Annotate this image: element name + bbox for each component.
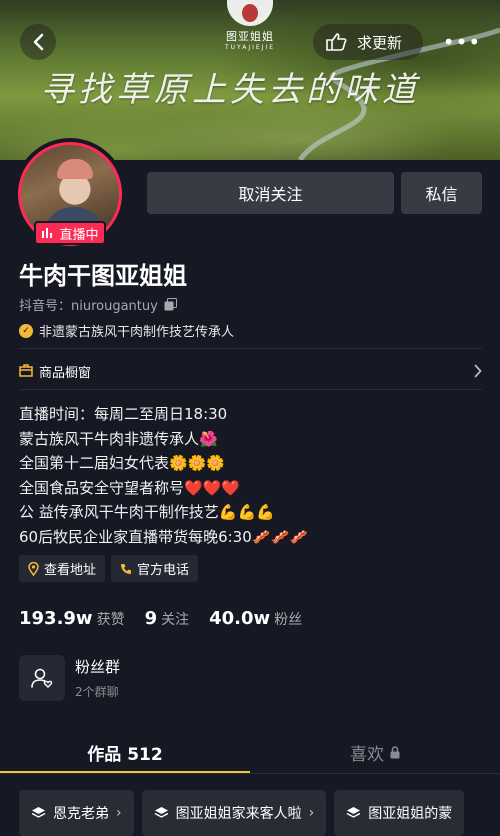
divider [19,348,482,349]
chevron-right-icon: › [116,805,122,821]
request-update-button[interactable]: 求更新 [313,24,423,60]
shop-window-label: 商品橱窗 [39,365,92,381]
profile-name: 牛肉干图亚姐姐 [19,262,187,290]
verification-row: ✓ 非遗蒙古族风干肉制作技艺传承人 [19,321,234,340]
verified-badge-icon: ✓ [19,323,33,338]
logo-subtext: TUYAJIEJIE [224,44,276,51]
douyin-id-row: 抖音号：niurougantuy [19,295,177,314]
live-badge[interactable]: 直播中 [34,221,106,245]
live-bars-icon [42,228,53,238]
chevron-right-icon: › [308,805,315,821]
lock-icon [390,745,400,758]
brand-logo: 图亚姐姐 TUYAJIEJIE [210,0,290,51]
location-pin-icon [28,561,39,576]
back-button[interactable] [20,24,56,60]
unfollow-button[interactable]: 取消关注 [147,172,394,214]
bio-line: 蒙古族风干牛肉非遗传承人🌺 [19,429,218,448]
likes-count[interactable]: 193.9w [19,608,93,629]
thumb-point-icon [326,33,347,51]
contact-chips: 查看地址 官方电话 [19,555,199,582]
shop-window-row[interactable]: 商品橱窗 [19,356,482,386]
copy-icon[interactable] [164,298,177,311]
bio-line: 全国第十二届妇女代表🌼🌼🌼 [19,454,226,472]
tab-likes[interactable]: 喜欢 [250,730,500,774]
collection-chip[interactable]: 恩克老弟 › [19,790,134,836]
followers-count[interactable]: 40.0w [209,608,270,629]
view-address-chip[interactable]: 查看地址 [19,555,106,582]
content-tabs: 作品 512 喜欢 [0,730,500,774]
chevron-right-icon [474,364,482,378]
banner-slogan: 寻找草原上失去的味道 [40,70,420,110]
fan-group-icon-box [19,655,65,701]
douyin-id-text: 抖音号：niurougantuy [19,299,158,314]
fan-group-icon [31,668,53,688]
layers-icon [31,807,46,818]
fan-group-subtitle: 2个群聊 [75,685,119,699]
chevron-left-icon [33,33,44,51]
likes-label: 获赞 [96,612,125,628]
fan-group-entry[interactable]: 粉丝群 2个群聊 [19,655,120,701]
followers-label: 粉丝 [274,612,303,628]
phone-icon [121,563,132,574]
collection-label: 恩克老弟 [53,806,109,822]
fan-group-title: 粉丝群 [75,658,121,676]
official-phone-chip[interactable]: 官方电话 [111,555,199,582]
official-phone-label: 官方电话 [137,563,190,578]
tab-likes-label: 喜欢 [350,744,384,765]
logo-seal-icon [227,0,273,26]
active-tab-indicator [0,771,250,773]
collection-label: 图亚姐姐家来客人啦 [175,806,302,822]
following-label: 关注 [161,612,190,628]
tab-works[interactable]: 作品 512 [0,730,250,774]
more-dots-icon: ••• [442,30,482,54]
more-options-button[interactable]: ••• [442,24,482,60]
layers-icon [346,807,361,818]
collection-label: 图亚姐姐的蒙 [368,806,453,822]
following-count[interactable]: 9 [145,608,158,629]
tab-bar-divider [0,773,500,774]
profile-stats: 193.9w 获赞 9 关注 40.0w 粉丝 [19,608,322,629]
live-label: 直播中 [59,227,99,243]
divider [19,389,482,390]
collection-list: 恩克老弟 › 图亚姐姐家来客人啦 › 图亚姐姐的蒙 [19,790,465,836]
bio: 直播时间：每周二至周日18:30 蒙古族风干牛肉非遗传承人🌺 全国第十二届妇女代… [19,402,308,549]
shop-icon [19,364,33,377]
message-button[interactable]: 私信 [401,172,482,214]
bio-line: 60后牧民企业家直播带货每晚6:30🥓🥓🥓 [19,527,308,546]
bio-line: 全国食品安全守望者称号❤️❤️❤️ [19,478,241,497]
layers-icon [154,807,168,818]
profile-banner: 图亚姐姐 TUYAJIEJIE 寻找草原上失去的味道 [0,0,500,160]
tab-works-label: 作品 512 [87,744,163,765]
logo-text: 图亚姐姐 [226,30,274,43]
bio-line: 公 益传承风干牛肉干制作技艺💪💪💪 [19,503,275,521]
verification-text: 非遗蒙古族风干肉制作技艺传承人 [39,325,235,340]
collection-chip[interactable]: 图亚姐姐家来客人啦 › [141,790,327,836]
bio-line: 直播时间：每周二至周日18:30 [19,405,228,423]
request-update-label: 求更新 [357,33,403,52]
view-address-label: 查看地址 [44,563,97,578]
collection-chip[interactable]: 图亚姐姐的蒙 [334,790,465,836]
